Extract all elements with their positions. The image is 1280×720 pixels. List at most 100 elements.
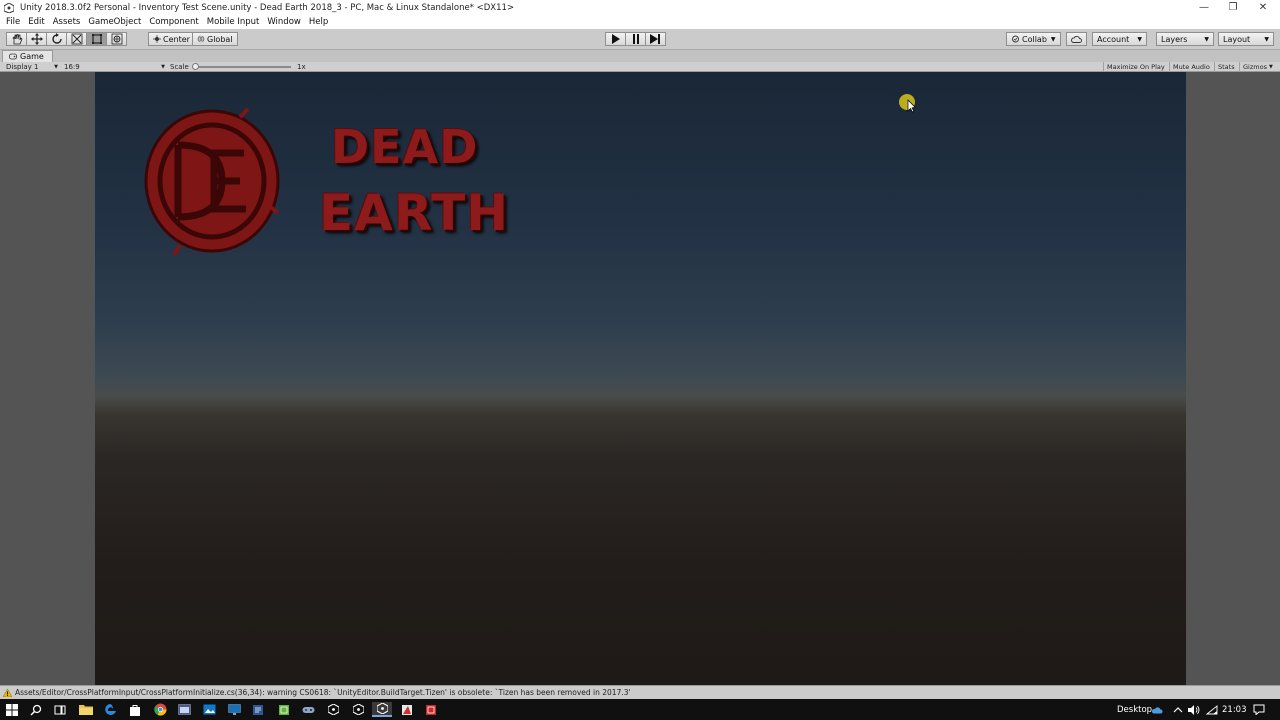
game-tab-label: Game bbox=[20, 52, 44, 61]
collab-label: Collab bbox=[1022, 34, 1047, 44]
gizmos-label: Gizmos bbox=[1243, 63, 1267, 71]
onedrive-icon[interactable] bbox=[1149, 702, 1165, 717]
app-window-icon[interactable] bbox=[176, 702, 192, 717]
collab-cloud-icon bbox=[1012, 35, 1019, 43]
game-controller-icon[interactable] bbox=[300, 702, 316, 717]
layout-label: Layout bbox=[1223, 34, 1251, 44]
red-app-icon[interactable] bbox=[423, 702, 439, 717]
desktop-toolbar-label[interactable]: Desktop bbox=[1117, 699, 1152, 720]
unity-taskbar-icon[interactable] bbox=[325, 702, 341, 717]
logo-title-earth: EARTH bbox=[319, 184, 510, 242]
rotate-tool-button[interactable] bbox=[46, 32, 67, 46]
game-tab-icon bbox=[9, 53, 17, 60]
rect-tool-button[interactable] bbox=[86, 32, 107, 46]
layers-label: Layers bbox=[1161, 34, 1188, 44]
menu-window[interactable]: Window bbox=[263, 17, 305, 27]
document-app-icon[interactable] bbox=[250, 702, 266, 717]
play-icon bbox=[612, 34, 620, 44]
pivot-center-toggle[interactable]: Center bbox=[148, 32, 195, 46]
menu-file[interactable]: File bbox=[2, 17, 24, 27]
collab-dropdown-arrow-icon: ▼ bbox=[1050, 35, 1056, 43]
warning-icon bbox=[3, 688, 12, 697]
scale-value: 1x bbox=[297, 63, 306, 71]
cloud-services-button[interactable] bbox=[1066, 32, 1087, 46]
scale-tool-button[interactable] bbox=[66, 32, 87, 46]
gizmos-dropdown[interactable]: Gizmos ▼ bbox=[1239, 62, 1276, 72]
collab-dropdown[interactable]: Collab ▼ bbox=[1006, 32, 1061, 46]
scale-icon bbox=[71, 33, 82, 45]
status-message: Assets/Editor/CrossPlatformInput/CrossPl… bbox=[15, 688, 631, 697]
network-icon[interactable] bbox=[1204, 702, 1220, 717]
layout-dropdown[interactable]: Layout ▼ bbox=[1218, 32, 1274, 46]
display-label: Display 1 bbox=[6, 63, 39, 71]
display-dropdown[interactable]: Display 1 ▼ bbox=[6, 62, 58, 72]
layers-dropdown-arrow-icon: ▼ bbox=[1204, 35, 1209, 43]
menu-gameobject[interactable]: GameObject bbox=[84, 17, 145, 27]
hand-icon bbox=[11, 33, 22, 44]
menu-bar: File Edit Assets GameObject Component Mo… bbox=[0, 15, 1280, 29]
tab-strip: Game bbox=[0, 50, 1280, 62]
rect-transform-icon bbox=[91, 34, 102, 44]
search-icon[interactable] bbox=[28, 702, 44, 717]
menu-edit[interactable]: Edit bbox=[24, 17, 48, 27]
title-bar: Unity 2018.3.0f2 Personal - Inventory Te… bbox=[0, 0, 1280, 15]
scale-slider-thumb[interactable] bbox=[192, 63, 199, 70]
notifications-icon[interactable] bbox=[1251, 702, 1267, 717]
mouse-cursor-icon bbox=[899, 94, 917, 113]
unity-editor-active-icon[interactable] bbox=[372, 702, 392, 717]
move-tool-button[interactable] bbox=[26, 32, 47, 46]
gizmos-dropdown-arrow-icon: ▼ bbox=[1268, 64, 1273, 70]
store-icon[interactable] bbox=[127, 702, 143, 717]
transform-tools bbox=[6, 32, 127, 46]
game-view[interactable]: DEAD EARTH bbox=[95, 72, 1186, 685]
green-app-icon[interactable] bbox=[276, 702, 292, 717]
close-icon[interactable]: ✕ bbox=[1248, 0, 1278, 15]
restore-icon[interactable]: ❐ bbox=[1218, 0, 1248, 15]
menu-component[interactable]: Component bbox=[145, 17, 202, 27]
aspect-dropdown[interactable]: 16:9 ▼ bbox=[64, 62, 165, 72]
menu-help[interactable]: Help bbox=[305, 17, 332, 27]
console-status-bar[interactable]: Assets/Editor/CrossPlatformInput/CrossPl… bbox=[0, 685, 1280, 699]
task-view-icon[interactable] bbox=[52, 702, 68, 717]
dead-earth-emblem-icon bbox=[144, 107, 280, 257]
aspect-label: 16:9 bbox=[64, 63, 80, 71]
stats-toggle[interactable]: Stats bbox=[1214, 62, 1238, 72]
file-explorer-icon[interactable] bbox=[78, 702, 94, 717]
step-button[interactable] bbox=[645, 32, 666, 46]
main-toolbar: Center Global Collab ▼ Account ▼ Layers … bbox=[0, 29, 1280, 50]
recording-app-icon[interactable] bbox=[399, 702, 415, 717]
window-title: Unity 2018.3.0f2 Personal - Inventory Te… bbox=[20, 2, 515, 13]
scale-slider-track[interactable] bbox=[195, 66, 291, 68]
space-global-toggle[interactable]: Global bbox=[192, 32, 238, 46]
unity-hub-icon[interactable] bbox=[350, 702, 366, 717]
minimize-icon[interactable]: — bbox=[1189, 0, 1219, 15]
tab-game[interactable]: Game bbox=[2, 50, 53, 62]
account-dropdown[interactable]: Account ▼ bbox=[1092, 32, 1147, 46]
account-label: Account bbox=[1097, 34, 1130, 44]
menu-assets[interactable]: Assets bbox=[49, 17, 85, 27]
photos-app-icon[interactable] bbox=[201, 702, 217, 717]
edge-browser-icon[interactable] bbox=[102, 702, 118, 717]
maximize-on-play-toggle[interactable]: Maximize On Play bbox=[1103, 62, 1168, 72]
mute-audio-toggle[interactable]: Mute Audio bbox=[1169, 62, 1213, 72]
play-button[interactable] bbox=[605, 32, 626, 46]
pause-icon bbox=[632, 34, 639, 44]
game-view-toolbar: Display 1 ▼ 16:9 ▼ Scale 1x Maximize On … bbox=[0, 62, 1280, 72]
windows-taskbar: Desktop 21:03 bbox=[0, 699, 1280, 720]
clock[interactable]: 21:03 bbox=[1222, 699, 1247, 720]
hand-tool-button[interactable] bbox=[6, 32, 27, 46]
windows-start-icon[interactable] bbox=[4, 702, 20, 717]
chevron-up-icon[interactable] bbox=[1170, 702, 1186, 717]
step-icon bbox=[650, 34, 660, 44]
combined-tool-button[interactable] bbox=[106, 32, 127, 46]
layers-dropdown[interactable]: Layers ▼ bbox=[1156, 32, 1214, 46]
volume-icon[interactable] bbox=[1186, 702, 1202, 717]
rotate-icon bbox=[51, 33, 62, 44]
menu-mobile-input[interactable]: Mobile Input bbox=[203, 17, 264, 27]
scale-label: Scale bbox=[170, 63, 189, 71]
monitor-app-icon[interactable] bbox=[226, 702, 242, 717]
transform-combined-icon bbox=[111, 33, 122, 45]
pause-button[interactable] bbox=[625, 32, 646, 46]
chrome-icon[interactable] bbox=[152, 702, 168, 717]
cloud-icon bbox=[1071, 35, 1082, 43]
